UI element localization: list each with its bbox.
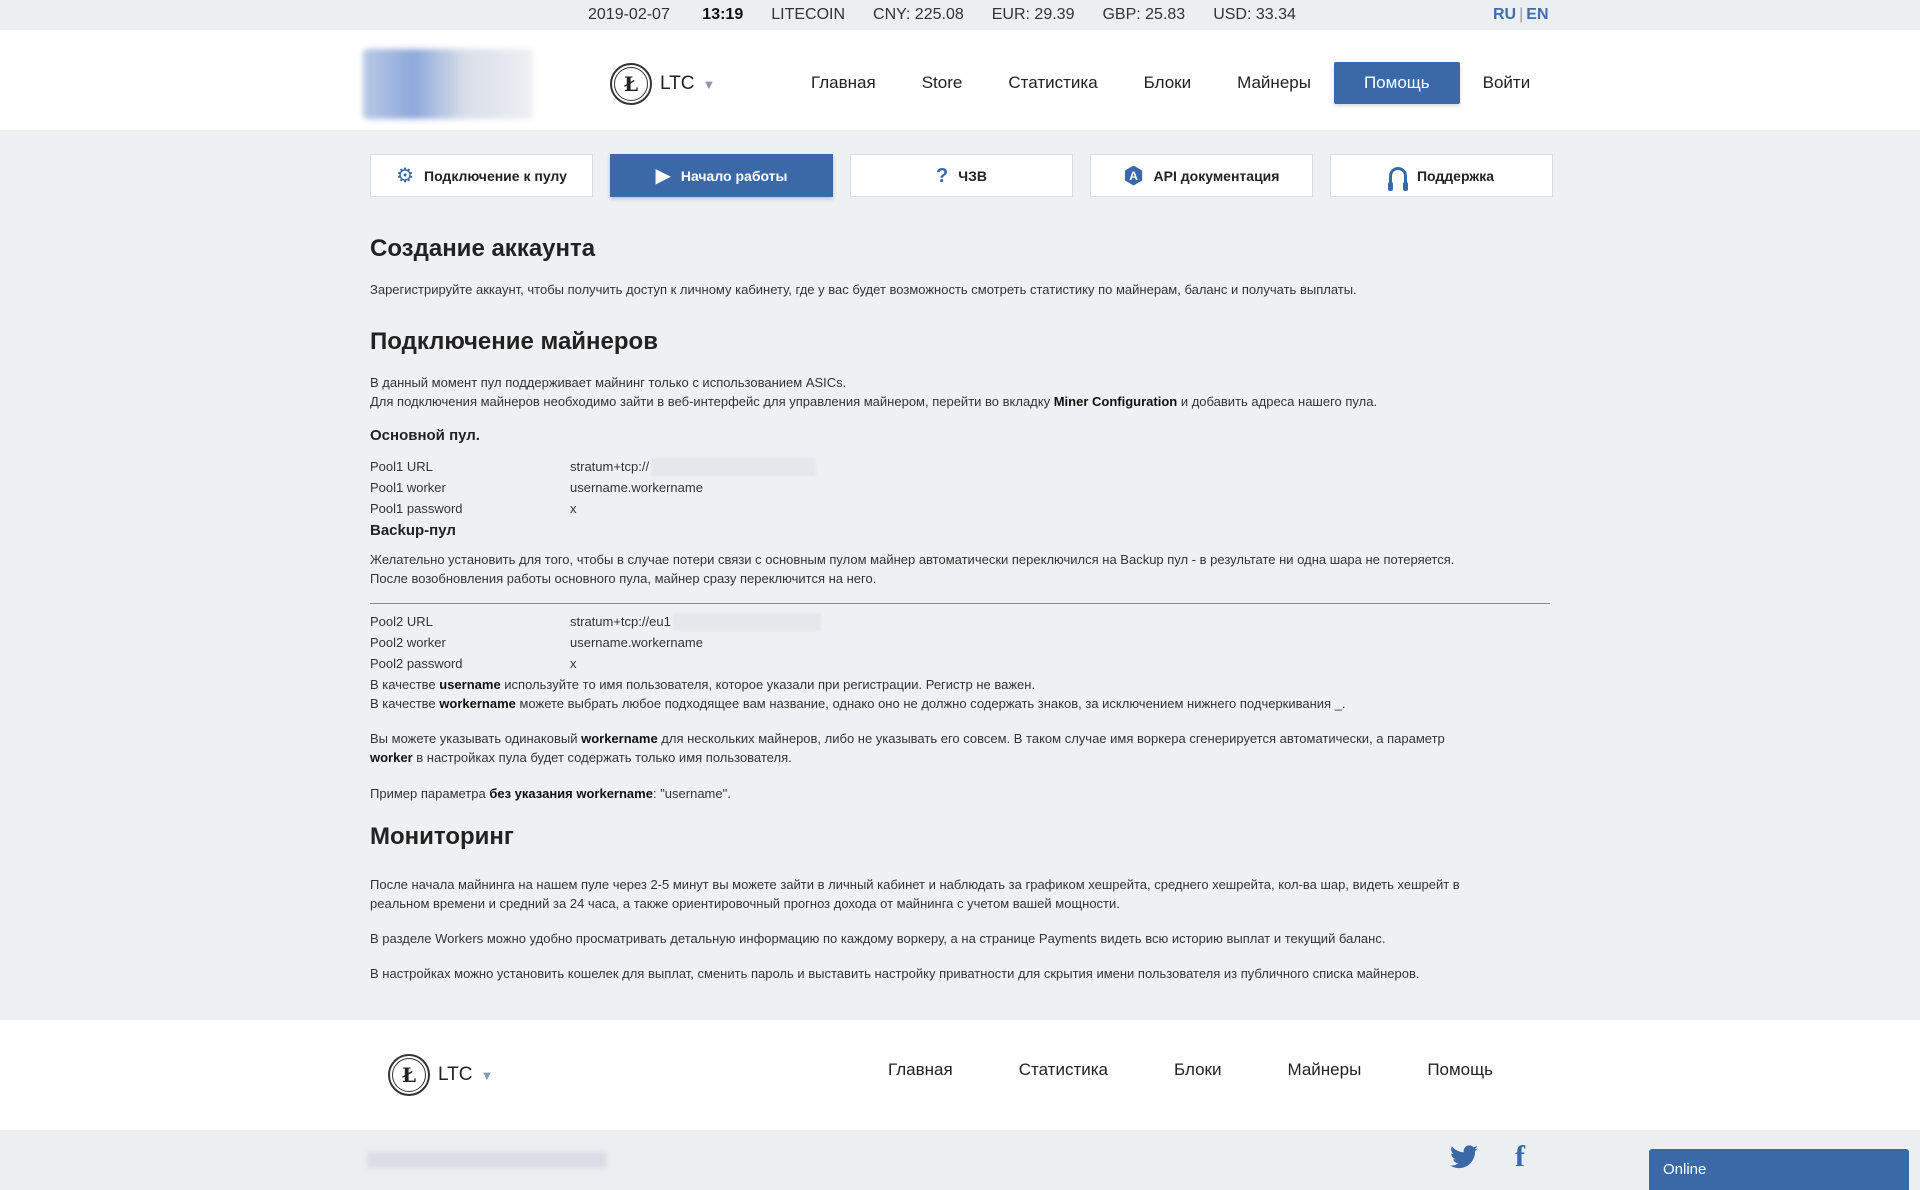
help-tabs: ⚙ Подключение к пулу ▶ Начало работы ? Ч…	[370, 154, 1553, 197]
tab-label: Поддержка	[1416, 167, 1495, 184]
text-miner-config: Для подключения майнеров необходимо зайт…	[370, 394, 1378, 409]
pool1-worker-row: Pool1 worker username.workername	[370, 480, 703, 495]
main-nav: Главная Store Статистика Блоки Майнеры П…	[788, 62, 1553, 104]
online-chat-button[interactable]: Online	[1649, 1149, 1909, 1190]
ticker-datetime: 2019-02-07 13:19	[588, 6, 744, 23]
footer-nav-miners[interactable]: Майнеры	[1287, 1060, 1361, 1080]
header: Ł LTC ▼ Главная Store Статистика Блоки М…	[0, 30, 1920, 130]
copyright-redacted	[367, 1152, 607, 1168]
text-username: В качестве username используйте то имя п…	[370, 677, 1036, 692]
tab-support[interactable]: Поддержка	[1330, 154, 1553, 197]
footer-nav: Главная Статистика Блоки Майнеры Помощь	[888, 1060, 1559, 1080]
nav-help[interactable]: Помощь	[1333, 62, 1460, 104]
text-monitor-1: После начала майнинга на нашем пуле чере…	[370, 877, 1460, 911]
lang-separator: |	[1519, 6, 1524, 23]
footer-nav-blocks[interactable]: Блоки	[1174, 1060, 1221, 1080]
redacted-url	[651, 457, 817, 476]
ticker-cny: CNY: 225.08	[873, 6, 964, 23]
language-switcher: RU | EN	[1493, 6, 1549, 24]
question-icon: ?	[936, 164, 949, 187]
heading-main-pool: Основной пул.	[370, 427, 480, 444]
pool2-password-row: Pool2 password x	[370, 656, 577, 671]
bottom-bar: f	[0, 1130, 1920, 1190]
footer-coin-selector[interactable]: Ł LTC ▼	[388, 1054, 493, 1096]
twitter-icon[interactable]	[1450, 1145, 1478, 1176]
nav-login[interactable]: Войти	[1460, 62, 1554, 104]
text-workername: В качестве workername можете выбрать люб…	[370, 696, 1346, 711]
site-logo[interactable]	[363, 49, 533, 119]
heading-connect-miners: Подключение майнеров	[370, 328, 658, 355]
text-monitor-3: В настройках можно установить кошелек дл…	[370, 966, 1420, 981]
heading-monitoring: Мониторинг	[370, 823, 514, 850]
pool2-url-row: Pool2 URL stratum+tcp://eu1	[370, 611, 1550, 632]
coin-label: LTC	[660, 73, 695, 94]
nav-home[interactable]: Главная	[788, 62, 899, 104]
nav-stats[interactable]: Статистика	[985, 62, 1120, 104]
ticker-coin: LITECOIN	[771, 6, 846, 23]
text-asics: В данный момент пул поддерживает майнинг…	[370, 375, 847, 390]
footer-nav-home[interactable]: Главная	[888, 1060, 953, 1080]
api-icon: A	[1124, 165, 1143, 186]
heading-create-account: Создание аккаунта	[370, 235, 596, 262]
footer-nav-stats[interactable]: Статистика	[1019, 1060, 1108, 1080]
chevron-down-icon: ▼	[702, 76, 716, 92]
pool2-table: Pool2 URL stratum+tcp://eu1 Pool2 worker u…	[370, 611, 1550, 674]
tab-pool-connection[interactable]: ⚙ Подключение к пулу	[370, 154, 593, 197]
coin-label: LTC	[438, 1064, 473, 1085]
redacted-url	[672, 612, 821, 631]
coin-selector[interactable]: Ł LTC ▼	[610, 63, 715, 105]
heading-backup-pool: Backup-пул	[370, 522, 456, 539]
headset-icon	[1387, 166, 1408, 191]
text-backup-2: После возобновления работы основного пул…	[370, 571, 877, 586]
text-create-account: Зарегистрируйте аккаунт, чтобы получить …	[370, 282, 1357, 297]
ticker-eur: EUR: 29.39	[991, 6, 1075, 23]
pool1-table: Pool1 URL stratum+tcp:// Pool1 worker user…	[370, 456, 1550, 519]
tab-label: ЧЗВ	[958, 167, 987, 184]
tab-label: Подключение к пулу	[424, 167, 567, 184]
nav-blocks[interactable]: Блоки	[1121, 62, 1214, 104]
divider	[370, 603, 1550, 604]
text-same-workername: Вы можете указывать одинаковый workernam…	[370, 731, 1445, 765]
facebook-icon[interactable]: f	[1515, 1140, 1525, 1174]
tab-api-docs[interactable]: A API документация	[1090, 154, 1313, 197]
tab-label: Начало работы	[680, 167, 788, 184]
tab-label: API документация	[1153, 167, 1280, 184]
nav-miners[interactable]: Майнеры	[1214, 62, 1334, 104]
pool1-password-row: Pool1 password x	[370, 501, 577, 516]
gear-icon: ⚙	[396, 164, 414, 187]
footer: Ł LTC ▼ Главная Статистика Блоки Майнеры…	[0, 1020, 1920, 1130]
chevron-down-icon: ▼	[480, 1067, 494, 1083]
ticker-usd: USD: 33.34	[1213, 6, 1296, 23]
play-icon: ▶	[655, 164, 671, 187]
text-monitor-2: В разделе Workers можно удобно просматри…	[370, 931, 1386, 946]
text-example: Пример параметра без указания workername…	[370, 786, 731, 801]
footer-nav-help[interactable]: Помощь	[1427, 1060, 1493, 1080]
text-backup-1: Желательно установить для того, чтобы в …	[370, 552, 1455, 567]
lang-en-link[interactable]: EN	[1526, 6, 1548, 23]
ticker-bar: 2019-02-07 13:19 LITECOIN CNY: 225.08 EU…	[0, 0, 1920, 30]
ticker-gbp: GBP: 25.83	[1102, 6, 1186, 23]
lang-ru-link[interactable]: RU	[1493, 6, 1516, 23]
tab-getting-started[interactable]: ▶ Начало работы	[610, 154, 833, 197]
pool2-worker-row: Pool2 worker username.workername	[370, 635, 703, 650]
litecoin-icon: Ł	[610, 63, 652, 105]
litecoin-icon: Ł	[388, 1054, 430, 1096]
tab-faq[interactable]: ? ЧЗВ	[850, 154, 1073, 197]
pool1-url-row: Pool1 URL stratum+tcp://	[370, 456, 1550, 477]
nav-store[interactable]: Store	[899, 62, 986, 104]
